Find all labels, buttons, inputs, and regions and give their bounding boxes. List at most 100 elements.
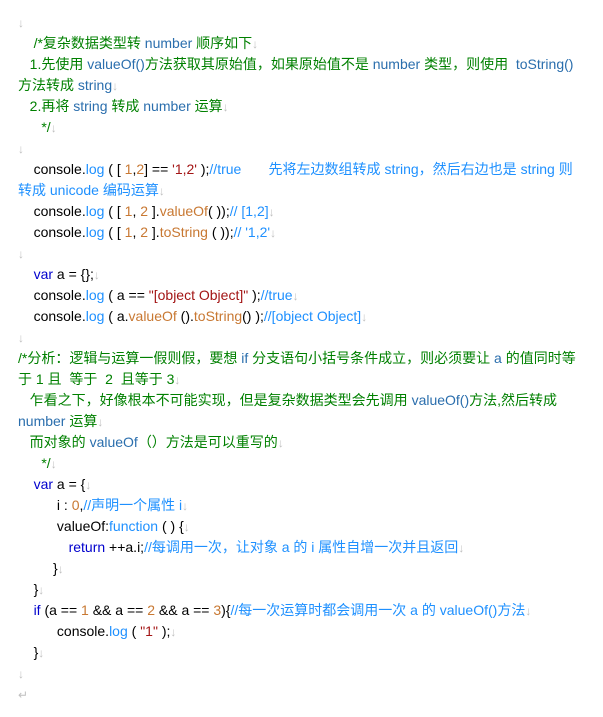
- code-token: );: [158, 623, 170, 639]
- code-token: /*复杂数据类型转: [34, 35, 145, 51]
- newline-marker: ↓: [18, 667, 24, 681]
- newline-marker: ↓: [51, 457, 57, 471]
- code-line: }↓: [18, 642, 585, 663]
- newline-marker: ↓: [458, 541, 464, 555]
- code-line: console.log ( [ 1, 2 ].toString ( ));// …: [18, 222, 585, 243]
- code-token: ].: [152, 203, 160, 219]
- code-token: */: [41, 455, 50, 471]
- code-line: 而对象的 valueOf（）方法是可以重写的↓: [18, 432, 585, 453]
- code-line: ↓: [18, 327, 585, 348]
- code-token: 方法,然后转成: [469, 392, 557, 408]
- code-token: // '1,2': [234, 224, 270, 240]
- code-token: [18, 539, 69, 555]
- code-token: [18, 455, 41, 471]
- code-token: string: [73, 98, 107, 114]
- code-line: ↵: [18, 684, 585, 705]
- newline-marker: ↓: [38, 583, 44, 597]
- code-token: "1": [140, 623, 158, 639]
- newline-marker: ↓: [18, 247, 24, 261]
- code-token: log: [86, 287, 105, 303]
- newline-marker: ↓: [18, 16, 24, 30]
- code-line: ↓: [18, 663, 585, 684]
- code-token: (: [128, 623, 140, 639]
- newline-marker: ↓: [85, 478, 91, 492]
- code-token: //每一次运算时都会调用一次 a 的 valueOf()方法: [231, 602, 526, 618]
- newline-marker: ↓: [38, 646, 44, 660]
- code-token: ( a ==: [104, 287, 148, 303]
- code-token: 2.再将: [30, 98, 74, 114]
- code-token: //true: [261, 287, 293, 303]
- newline-marker: ↓: [252, 37, 258, 51]
- code-token: toString: [160, 224, 208, 240]
- code-line: console.log ( [ 1, 2 ].valueOf( ));// [1…: [18, 201, 585, 222]
- code-line: ↓: [18, 138, 585, 159]
- code-token: ().: [177, 308, 194, 324]
- code-token: console.: [18, 308, 86, 324]
- code-token: log: [86, 224, 105, 240]
- code-token: 2: [147, 602, 155, 618]
- code-token: function: [109, 518, 158, 534]
- code-token: valueOf: [90, 434, 138, 450]
- code-token: a = {};: [53, 266, 94, 282]
- code-token: 运算: [65, 413, 97, 429]
- code-token: console.: [18, 224, 86, 240]
- code-token: ( ) {: [158, 518, 184, 534]
- code-token: );: [197, 161, 209, 177]
- code-token: ( ));: [208, 224, 234, 240]
- code-token: ( [: [104, 203, 124, 219]
- newline-marker: ↓: [293, 289, 299, 303]
- code-token: ){: [221, 602, 230, 618]
- newline-marker: ↓: [223, 100, 229, 114]
- code-token: toString: [194, 308, 242, 324]
- newline-marker: ↓: [170, 625, 176, 639]
- code-token: log: [86, 308, 105, 324]
- newline-marker: ↓: [525, 604, 531, 618]
- code-token: (a ==: [41, 602, 81, 618]
- code-token: }: [18, 560, 58, 576]
- code-token: [18, 56, 30, 72]
- code-token: number: [373, 56, 420, 72]
- code-token: number: [145, 35, 192, 51]
- code-line: return ++a.i;//每调用一次，让对象 a 的 i 属性自增一次并且返…: [18, 537, 585, 558]
- code-token: number: [18, 413, 65, 429]
- code-token: console.: [18, 287, 86, 303]
- code-token: 类型，则使用: [420, 56, 516, 72]
- code-token: log: [86, 203, 105, 219]
- code-line: ↓: [18, 12, 585, 33]
- code-line: var a = {};↓: [18, 264, 585, 285]
- code-token: ++a.i;: [105, 539, 144, 555]
- code-line: ↓: [18, 243, 585, 264]
- code-line: var a = {↓: [18, 474, 585, 495]
- code-token: [18, 98, 30, 114]
- code-token: console.: [18, 623, 109, 639]
- newline-marker: ↓: [51, 121, 57, 135]
- code-line: */↓: [18, 453, 585, 474]
- code-line: /*分析：逻辑与运算一假则假，要想 if 分支语句小括号条件成立，则必须要让 a…: [18, 348, 585, 390]
- newline-marker: ↓: [97, 415, 103, 429]
- code-token: i :: [18, 497, 72, 513]
- newline-marker: ↓: [174, 373, 180, 387]
- code-line: i : 0,//声明一个属性 i↓: [18, 495, 585, 516]
- code-token: var: [34, 476, 53, 492]
- code-line: console.log ( [ 1,2] == '1,2' );//true 先…: [18, 159, 585, 201]
- newline-marker: ↓: [58, 562, 64, 576]
- code-token: ] ==: [144, 161, 172, 177]
- newline-marker: ↓: [270, 226, 276, 240]
- code-token: log: [86, 161, 105, 177]
- code-token: （）方法是可以重写的: [138, 434, 278, 450]
- code-token: [18, 266, 34, 282]
- code-token: 转成: [107, 98, 143, 114]
- code-token: 运算: [191, 98, 223, 114]
- code-token: //每调用一次，让对象 a 的 i 属性自增一次并且返回: [144, 539, 458, 555]
- code-token: a = {: [53, 476, 85, 492]
- newline-marker: ↓: [18, 142, 24, 156]
- code-token: return: [69, 539, 106, 555]
- code-token: '1,2': [172, 161, 197, 177]
- code-token: ( [: [104, 224, 124, 240]
- code-line: valueOf:function ( ) {↓: [18, 516, 585, 537]
- code-token: /*分析：逻辑与运算一假则假，要想: [18, 350, 241, 366]
- code-token: && a ==: [89, 602, 147, 618]
- code-line: console.log ( a.valueOf ().toString() );…: [18, 306, 585, 327]
- code-token: valueOf(): [412, 392, 470, 408]
- newline-marker: ↓: [182, 499, 188, 513]
